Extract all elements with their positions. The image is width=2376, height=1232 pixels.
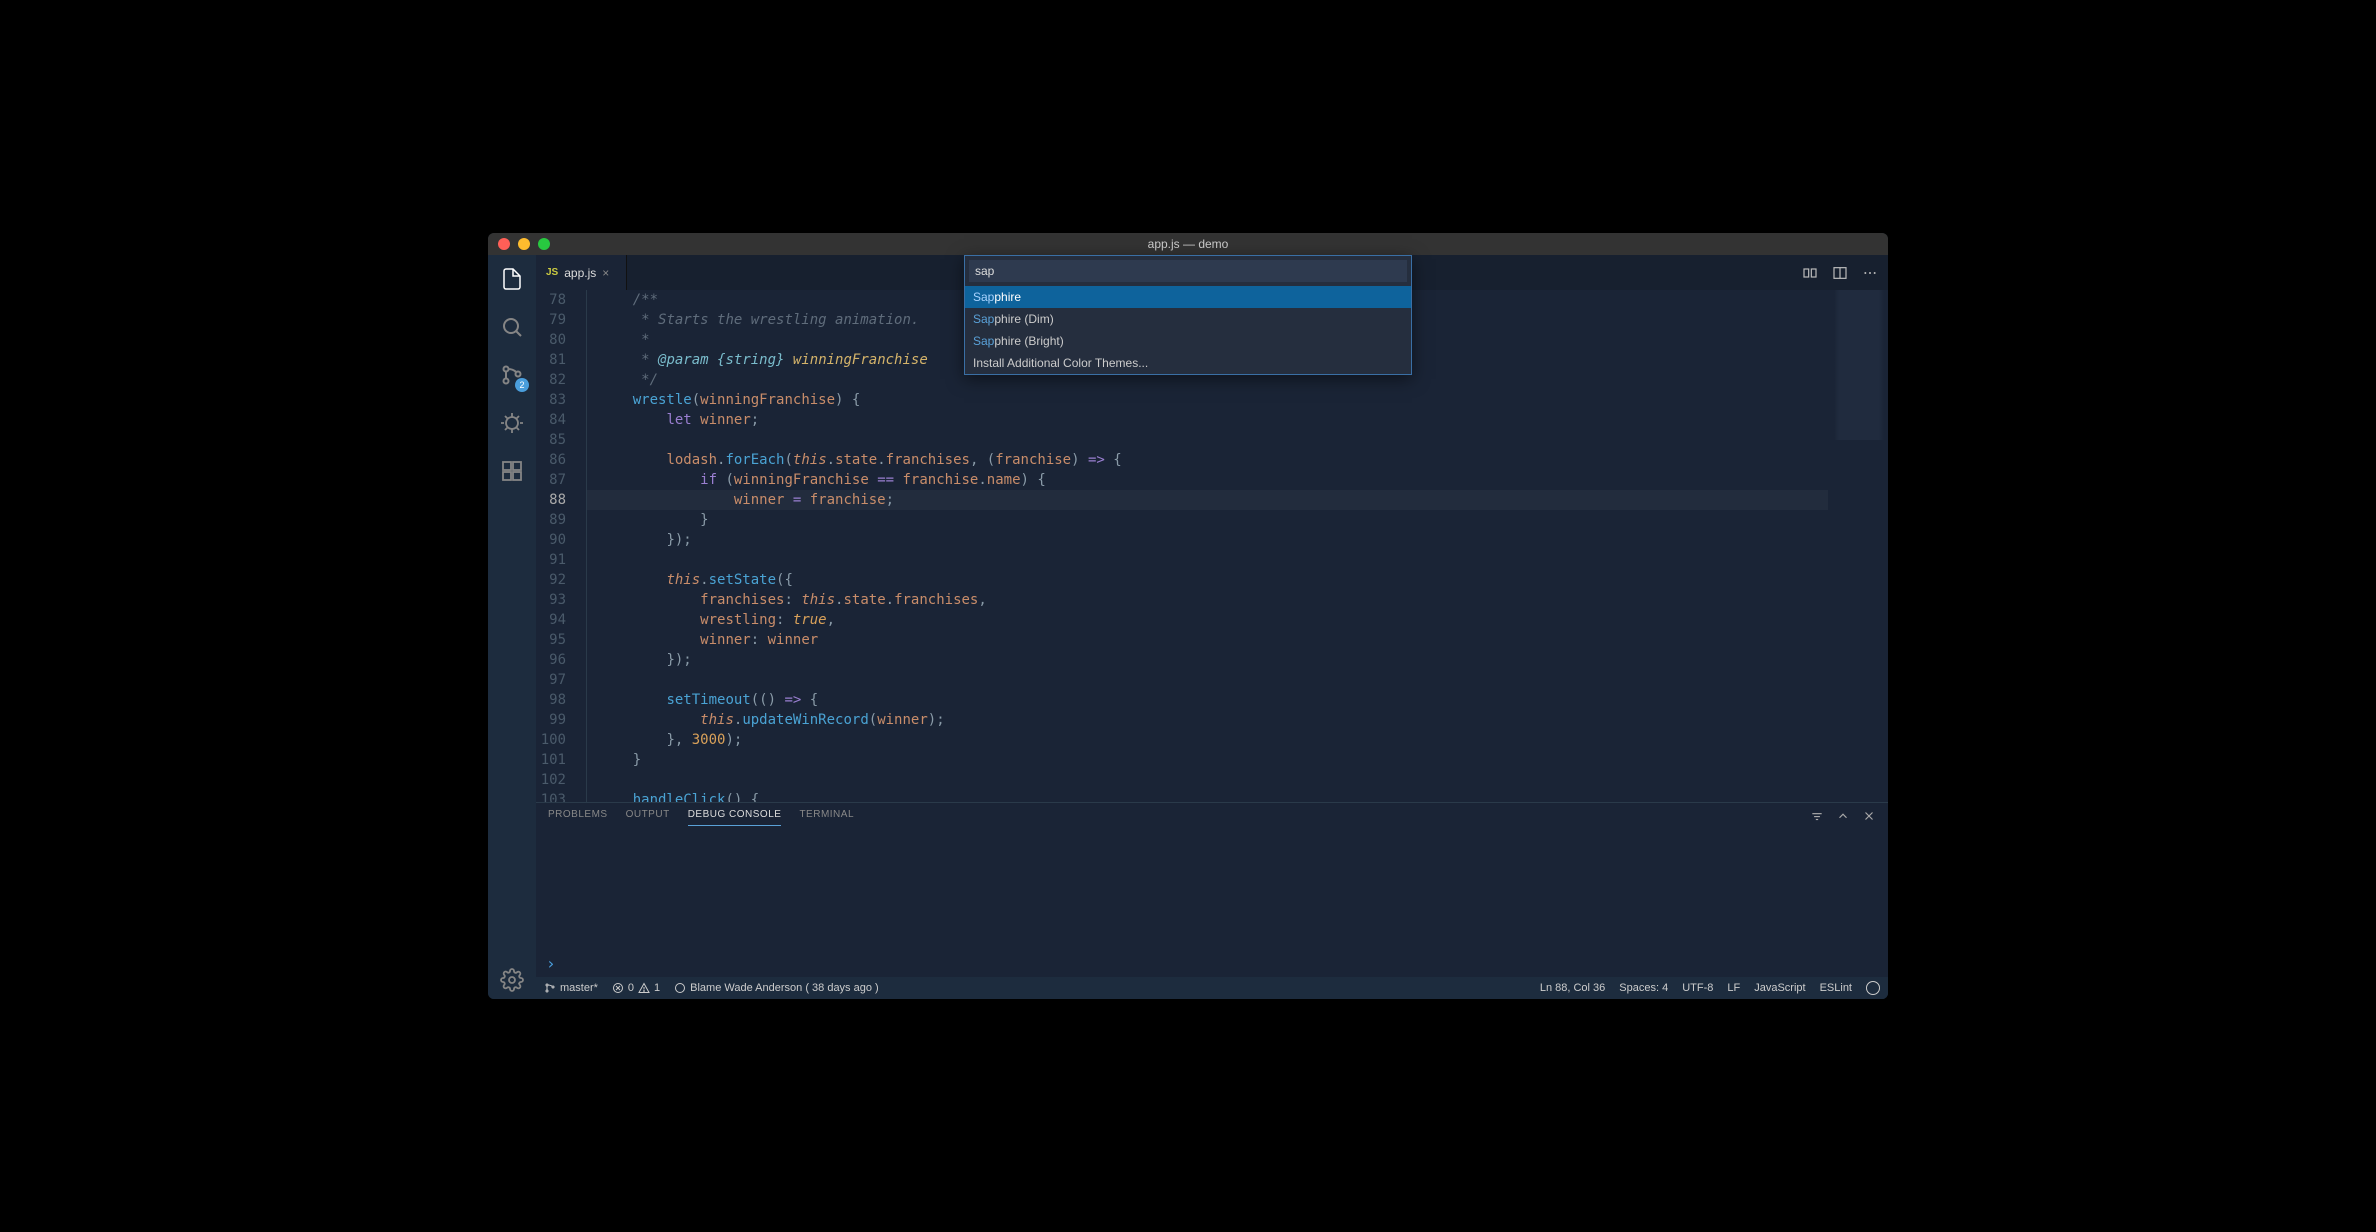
panel-tab-debug-console[interactable]: DEBUG CONSOLE bbox=[688, 809, 782, 826]
tab-app-js[interactable]: JS app.js × bbox=[536, 255, 627, 290]
traffic-lights bbox=[488, 238, 550, 250]
status-language[interactable]: JavaScript bbox=[1754, 982, 1805, 994]
status-blame[interactable]: Blame Wade Anderson ( 38 days ago ) bbox=[674, 982, 879, 994]
panel-filter-icon[interactable] bbox=[1810, 809, 1824, 823]
command-palette-item[interactable]: Sapphire (Bright) bbox=[965, 330, 1411, 352]
panel-body[interactable] bbox=[536, 826, 1888, 950]
activity-bar: 2 bbox=[488, 255, 536, 999]
debug-icon[interactable] bbox=[498, 409, 526, 437]
window-title: app.js — demo bbox=[488, 237, 1888, 251]
minimap[interactable] bbox=[1828, 290, 1888, 802]
command-palette-item[interactable]: Sapphire bbox=[965, 286, 1411, 308]
status-cursor-position[interactable]: Ln 88, Col 36 bbox=[1540, 982, 1605, 994]
close-window-button[interactable] bbox=[498, 238, 510, 250]
search-icon[interactable] bbox=[498, 313, 526, 341]
debug-console-prompt[interactable]: › bbox=[536, 950, 1888, 977]
editor-window: app.js — demo 2 bbox=[488, 233, 1888, 999]
command-palette-input[interactable] bbox=[969, 260, 1407, 282]
extensions-icon[interactable] bbox=[498, 457, 526, 485]
split-editor-icon[interactable] bbox=[1832, 265, 1848, 281]
status-eslint[interactable]: ESLint bbox=[1820, 982, 1852, 994]
source-control-icon[interactable]: 2 bbox=[498, 361, 526, 389]
tab-label: app.js bbox=[564, 266, 596, 280]
maximize-window-button[interactable] bbox=[538, 238, 550, 250]
settings-gear-icon[interactable] bbox=[498, 971, 526, 999]
minimize-window-button[interactable] bbox=[518, 238, 530, 250]
status-bar: master* 0 1 Blame Wade Anderson ( 38 day… bbox=[536, 977, 1888, 999]
panel-tab-terminal[interactable]: TERMINAL bbox=[799, 809, 854, 826]
more-actions-icon[interactable] bbox=[1862, 265, 1878, 281]
status-feedback-icon[interactable] bbox=[1866, 981, 1880, 995]
command-palette-item[interactable]: Install Additional Color Themes... bbox=[965, 352, 1411, 374]
js-file-icon: JS bbox=[546, 267, 558, 278]
panel-close-icon[interactable] bbox=[1862, 809, 1876, 823]
status-encoding[interactable]: UTF-8 bbox=[1682, 982, 1713, 994]
status-problems[interactable]: 0 1 bbox=[612, 982, 660, 994]
compare-changes-icon[interactable] bbox=[1802, 265, 1818, 281]
line-gutter: 7879808182838485868788899091929394959697… bbox=[536, 290, 586, 802]
status-indentation[interactable]: Spaces: 4 bbox=[1619, 982, 1668, 994]
explorer-icon[interactable] bbox=[498, 265, 526, 293]
scm-badge: 2 bbox=[515, 378, 529, 392]
panel-tab-problems[interactable]: PROBLEMS bbox=[548, 809, 608, 826]
tab-close-icon[interactable]: × bbox=[602, 266, 616, 280]
command-palette-item[interactable]: Sapphire (Dim) bbox=[965, 308, 1411, 330]
status-eol[interactable]: LF bbox=[1727, 982, 1740, 994]
panel-maximize-icon[interactable] bbox=[1836, 809, 1850, 823]
panel-tab-output[interactable]: OUTPUT bbox=[626, 809, 670, 826]
status-branch[interactable]: master* bbox=[544, 982, 598, 994]
command-palette: SapphireSapphire (Dim)Sapphire (Bright)I… bbox=[964, 255, 1412, 375]
command-palette-list: SapphireSapphire (Dim)Sapphire (Bright)I… bbox=[965, 286, 1411, 374]
bottom-panel: PROBLEMS OUTPUT DEBUG CONSOLE TERMINAL › bbox=[536, 802, 1888, 977]
titlebar: app.js — demo bbox=[488, 233, 1888, 255]
